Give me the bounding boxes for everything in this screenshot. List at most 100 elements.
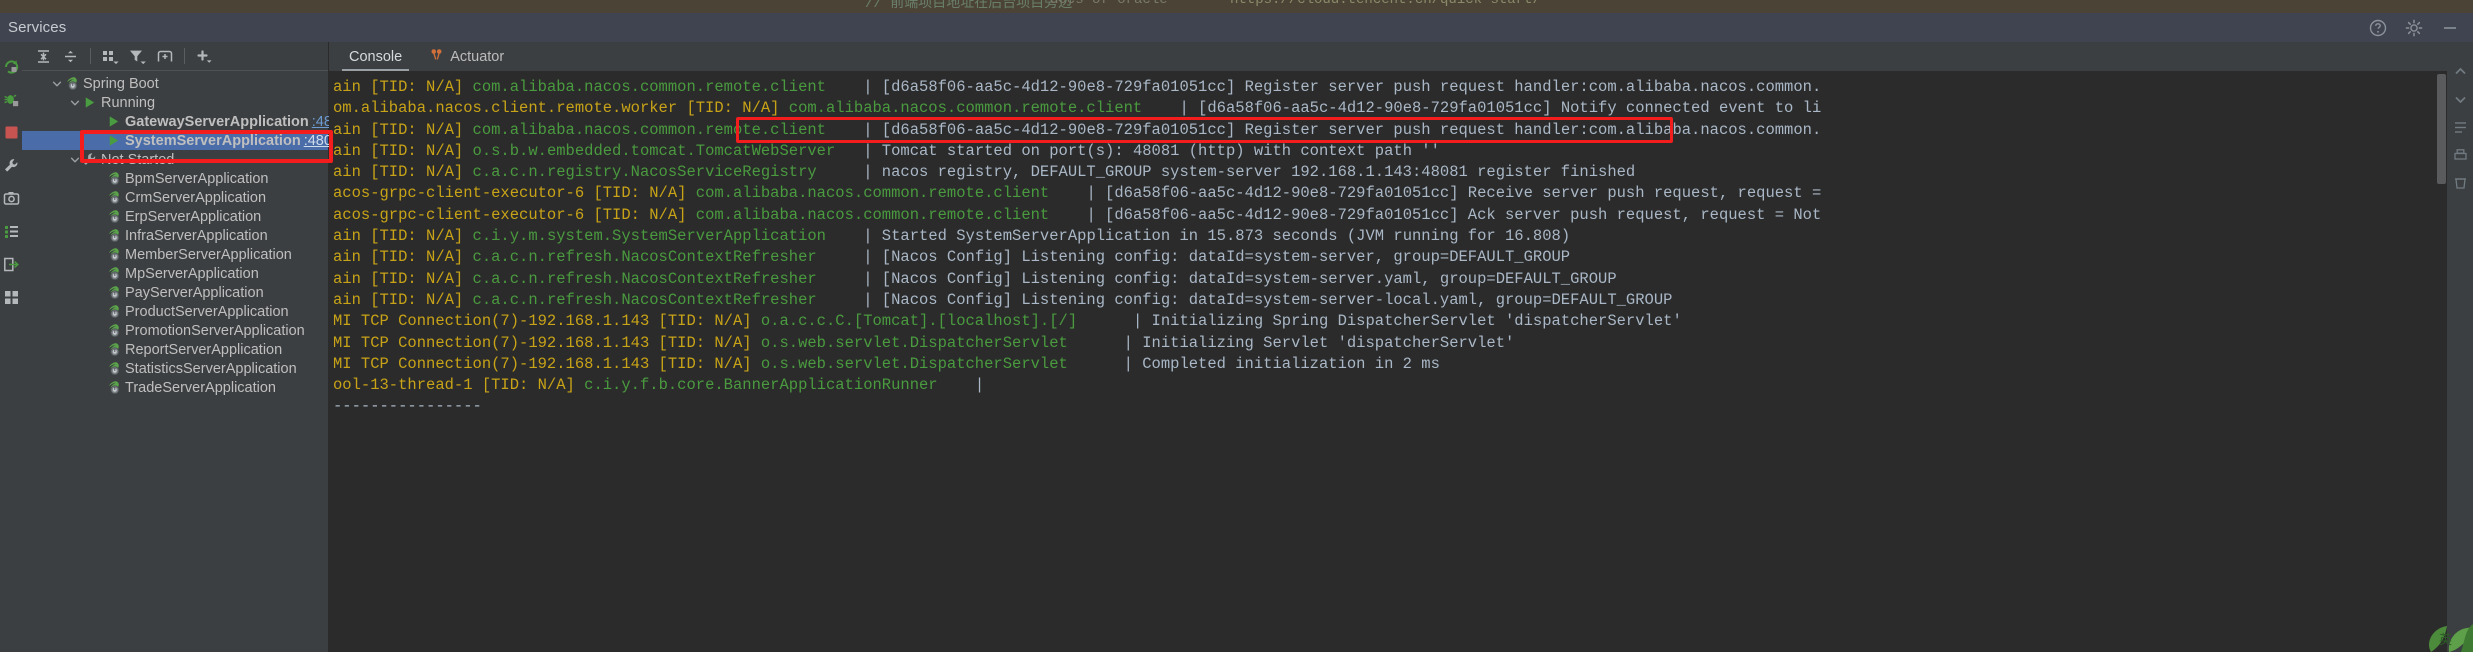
tree-item-bpm-server-application[interactable]: BpmServerApplication — [22, 169, 328, 188]
expand-all-icon[interactable] — [30, 44, 57, 68]
tree-item-trade-server-application[interactable]: TradeServerApplication — [22, 378, 328, 397]
tree-item-infra-server-application[interactable]: InfraServerApplication — [22, 226, 328, 245]
wrench-grey-icon — [82, 152, 97, 167]
log-segment: om.alibaba.nacos.client.remote.worker [T… — [333, 99, 789, 118]
log-segment: ool-13-thread-1 [TID: N/A] — [333, 376, 585, 395]
add-tab-icon[interactable] — [151, 44, 178, 68]
tree-item-label: PayServerApplication — [125, 284, 264, 301]
console-log-scroll[interactable]: ain [TID: N/A] com.alibaba.nacos.common.… — [329, 71, 2473, 652]
services-tree[interactable]: Spring Boot Running GatewayServerApplicati… — [22, 71, 360, 397]
log-line: ain [TID: N/A] com.alibaba.nacos.common.… — [333, 120, 2473, 141]
wrench-icon[interactable] — [3, 157, 20, 174]
console-area: Console Actuator ain [TID: N/A] com.aliba… — [329, 42, 2473, 652]
log-segment: MI TCP Connection(7)-192.168.1.143 [TID:… — [333, 354, 761, 373]
log-segment: ---------------- — [333, 397, 482, 416]
spring-boot-icon — [106, 209, 121, 224]
tree-item-label: StatisticsServerApplication — [125, 360, 297, 377]
tree-item-member-server-application[interactable]: MemberServerApplication — [22, 245, 328, 264]
log-line: ain [TID: N/A] o.s.b.w.embedded.tomcat.T… — [333, 141, 2473, 162]
services-window-titlebar: Services — [0, 13, 2473, 42]
log-segment: | — [937, 376, 985, 395]
scroll-down-icon[interactable] — [2453, 92, 2468, 107]
chevron-down-icon[interactable] — [68, 96, 82, 110]
log-segment: o.s.web.servlet.DispatcherServlet — [760, 354, 1068, 373]
tree-item-label: ReportServerApplication — [125, 341, 283, 358]
tree-item-report-server-application[interactable]: ReportServerApplication — [22, 340, 328, 359]
log-segment: c.a.c.n.registry.NacosServiceRegistry — [472, 163, 817, 182]
tree-item-label: Running — [101, 94, 156, 111]
editor-remnant-strip: // 前端项目地址在后台项目旁边 docs of oracle https://… — [0, 0, 2473, 13]
filter-icon[interactable] — [124, 44, 151, 68]
coverage-icon[interactable] — [3, 223, 20, 240]
log-segment: | Completed initialization in 2 ms — [1067, 354, 1440, 373]
tree-item-running[interactable]: Running — [22, 93, 328, 112]
log-segment: | Initializing Spring DispatcherServlet … — [1077, 312, 1682, 331]
tree-item-statistics-server-application[interactable]: StatisticsServerApplication — [22, 359, 328, 378]
settings-gear-icon[interactable] — [2405, 19, 2423, 37]
tree-item-erp-server-application[interactable]: ErpServerApplication — [22, 207, 328, 226]
spring-boot-icon — [106, 380, 121, 395]
minimize-icon[interactable] — [2441, 19, 2459, 37]
console-side-actions — [2447, 42, 2473, 652]
clear-all-icon[interactable] — [2453, 176, 2468, 191]
actuator-icon — [430, 48, 444, 66]
log-segment: ain [TID: N/A] — [333, 269, 473, 288]
rerun-icon[interactable] — [3, 58, 20, 75]
ghost-comment-4: · · — [1500, 0, 1526, 8]
tree-item-label: ErpServerApplication — [125, 208, 262, 225]
camera-icon[interactable] — [3, 190, 20, 207]
log-line: om.alibaba.nacos.client.remote.worker [T… — [333, 98, 2473, 119]
help-icon[interactable] — [2369, 19, 2387, 37]
log-segment: | [d6a58f06-aa5c-4d12-90e8-729fa01051cc]… — [826, 78, 1822, 96]
console-log-text: ain [TID: N/A] com.alibaba.nacos.common.… — [329, 71, 2473, 418]
add-service-icon[interactable] — [191, 44, 218, 68]
tree-item-promotion-server-application[interactable]: PromotionServerApplication — [22, 321, 328, 340]
log-line: ain [TID: N/A] c.a.c.n.refresh.NacosCont… — [333, 247, 2473, 268]
stop-icon[interactable] — [3, 124, 20, 141]
tree-item-pay-server-application[interactable]: PayServerApplication — [22, 283, 328, 302]
group-by-icon[interactable] — [97, 44, 124, 68]
log-line: ain [TID: N/A] c.a.c.n.registry.NacosSer… — [333, 162, 2473, 183]
tree-item-spring-boot[interactable]: Spring Boot — [22, 74, 328, 93]
run-green-icon — [106, 114, 121, 129]
toolbar-separator-1 — [90, 48, 91, 64]
debug-icon[interactable] — [3, 91, 20, 108]
tree-item-product-server-application[interactable]: ProductServerApplication — [22, 302, 328, 321]
log-line: ool-13-thread-1 [TID: N/A] c.i.y.f.b.cor… — [333, 375, 2473, 396]
scroll-up-icon[interactable] — [2453, 64, 2468, 79]
chevron-down-icon[interactable] — [68, 153, 82, 167]
tab-label: Console — [349, 48, 403, 65]
tab-console[interactable]: Console — [335, 42, 416, 71]
print-icon[interactable] — [2453, 148, 2468, 163]
log-segment: com.alibaba.nacos.common.remote.client — [695, 205, 1050, 224]
log-segment: ain [TID: N/A] — [333, 163, 473, 182]
spring-boot-icon — [106, 190, 121, 205]
run-green-icon — [82, 95, 97, 110]
tree-item-system-server-application[interactable]: SystemServerApplication:48081/ — [22, 131, 352, 150]
collapse-all-icon[interactable] — [57, 44, 84, 68]
tree-item-gateway-server-application[interactable]: GatewayServerApplication:48080/ — [22, 112, 360, 131]
ghost-comment-1: // 前端项目地址在后台项目旁边 — [865, 0, 1073, 12]
log-segment: | [d6a58f06-aa5c-4d12-90e8-729fa01051cc]… — [826, 120, 1822, 139]
tree-item-label: Not Started — [101, 151, 175, 168]
spring-boot-icon — [106, 342, 121, 357]
spring-boot-icon — [106, 171, 121, 186]
console-scrollbar-thumb[interactable] — [2437, 74, 2446, 184]
log-segment: | [Nacos Config] Listening config: dataI… — [816, 269, 1617, 288]
tree-item-label: MpServerApplication — [125, 265, 259, 282]
export-icon[interactable] — [3, 256, 20, 273]
log-segment: | nacos registry, DEFAULT_GROUP system-s… — [816, 163, 1636, 182]
soft-wrap-icon[interactable] — [2453, 120, 2468, 135]
log-line: acos-grpc-client-executor-6 [TID: N/A] c… — [333, 205, 2473, 226]
tree-item-crm-server-application[interactable]: CrmServerApplication — [22, 188, 328, 207]
tab-actuator[interactable]: Actuator — [416, 42, 518, 71]
services-tree-toolbar — [22, 42, 328, 71]
spring-boot-icon — [106, 304, 121, 319]
chevron-down-icon[interactable] — [50, 77, 64, 91]
tree-item-mp-server-application[interactable]: MpServerApplication — [22, 264, 328, 283]
tree-item-label: InfraServerApplication — [125, 227, 268, 244]
spring-boot-icon — [106, 285, 121, 300]
log-segment: com.alibaba.nacos.common.remote.client — [695, 184, 1050, 203]
grid-icon[interactable] — [3, 289, 20, 306]
tree-item-not-started[interactable]: Not Started — [22, 150, 328, 169]
